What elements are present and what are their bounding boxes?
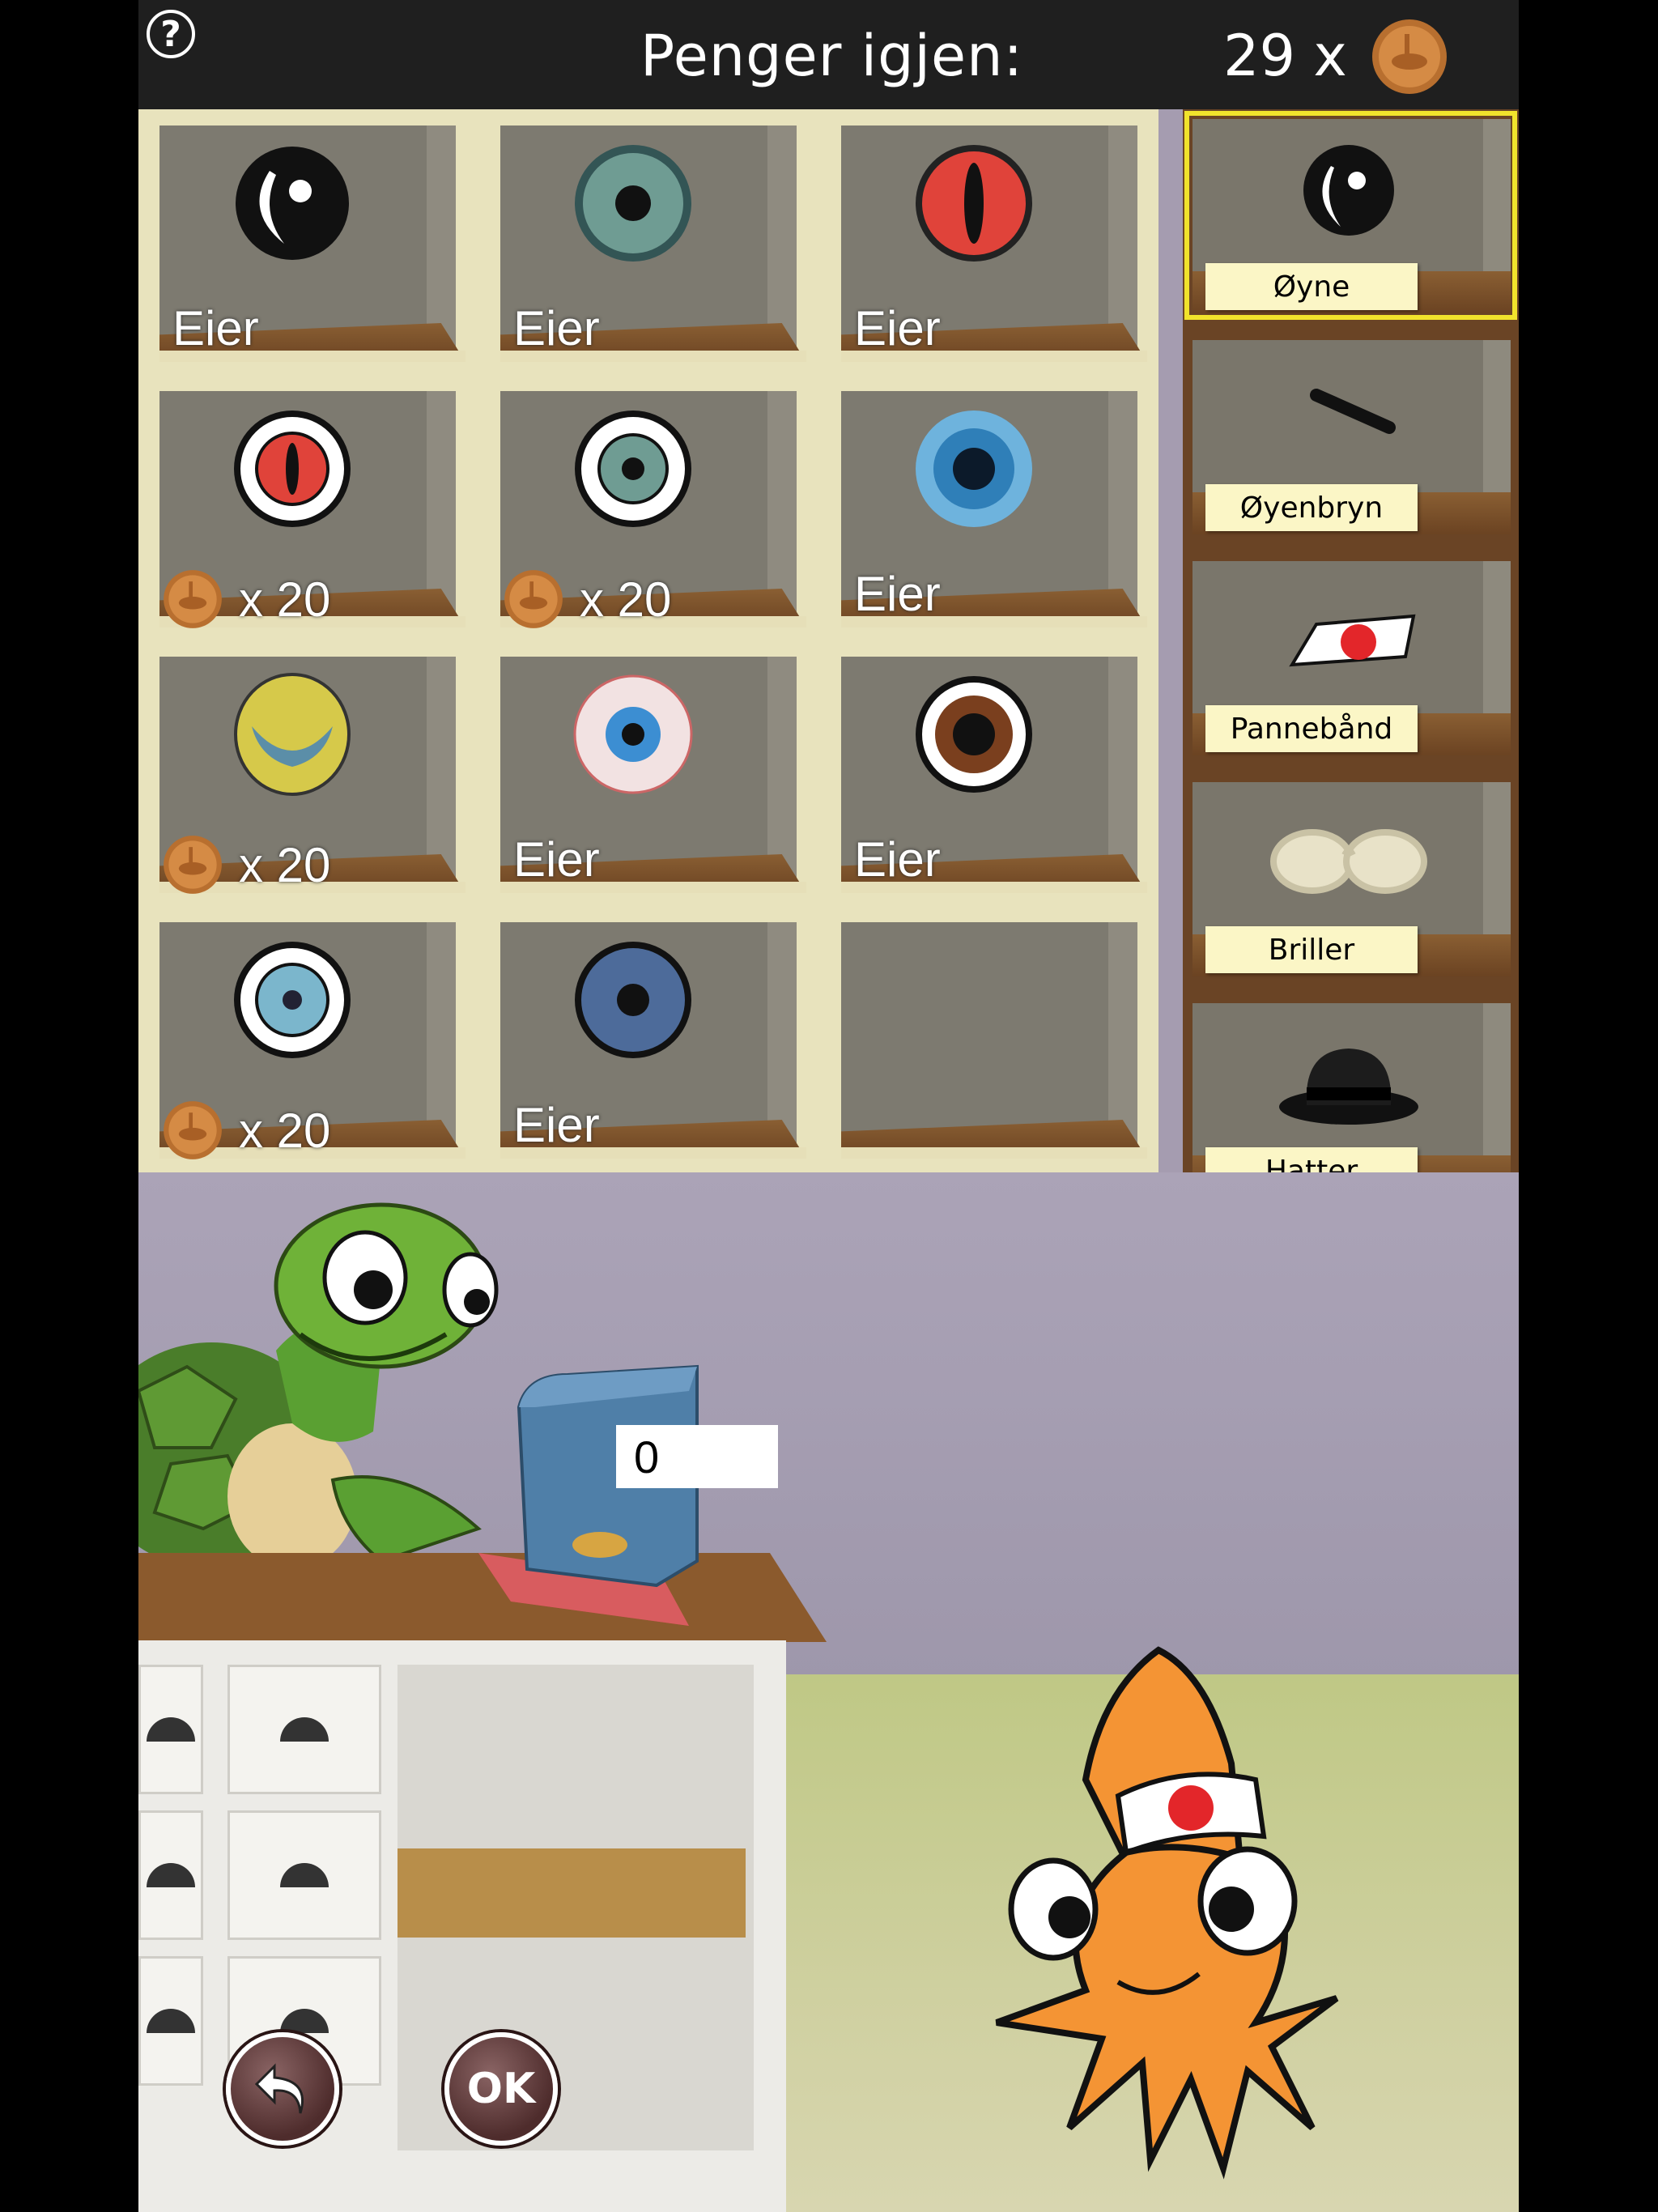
headband-icon — [1268, 568, 1430, 705]
price-amount: x 20 — [580, 572, 672, 627]
glasses-icon — [1268, 789, 1430, 926]
drawer — [138, 1665, 203, 1794]
squid-character — [995, 1646, 1339, 2180]
shop-item-slot[interactable]: x 20 — [487, 380, 811, 635]
eye-icon — [1268, 125, 1430, 263]
turtle-shopkeeper — [138, 1202, 499, 1561]
category-label: Øyne — [1205, 263, 1418, 310]
owned-label: Eier — [854, 301, 941, 355]
shop-item-grid: Eier Eier Eier x 20 x 20 Eier x 20 Eier Eier x 20… — [138, 109, 1158, 1172]
shop-scene: 0 OK — [138, 1172, 1519, 2212]
shop-item-slot[interactable]: x 20 — [147, 645, 470, 900]
shop-item-slot[interactable]: Eier — [828, 380, 1152, 635]
drawer — [227, 1665, 381, 1794]
bloodshot-blue-eye — [568, 670, 698, 799]
category-label: Øyenbryn — [1205, 484, 1418, 531]
category-label: Briller — [1205, 926, 1418, 973]
shop-screen: ? Penger igjen: 29 x Eier Eier Eier x 20 x 2… — [138, 0, 1519, 2212]
price-amount: x 20 — [239, 837, 331, 892]
green-white-ring-eye — [568, 404, 698, 534]
owned-label: Eier — [854, 832, 941, 887]
shop-item-slot[interactable]: Eier — [828, 114, 1152, 369]
price-label: x 20 — [161, 833, 330, 896]
owned-label: Eier — [854, 567, 941, 621]
owned-label: Eier — [513, 832, 600, 887]
price-amount: x 20 — [239, 1103, 331, 1158]
shop-item-slot[interactable]: Eier — [487, 114, 811, 369]
shop-item-slot[interactable]: Eier — [147, 114, 470, 369]
top-bar: ? Penger igjen: 29 x — [138, 0, 1519, 109]
owned-label: Eier — [513, 1098, 600, 1152]
category-glasses[interactable]: Briller — [1183, 772, 1519, 985]
drawer — [227, 1810, 381, 1940]
eyebrow-icon — [1268, 347, 1430, 484]
price-label: x 20 — [161, 1099, 330, 1162]
price-label: x 20 — [502, 568, 671, 631]
money-label: Penger igjen: — [640, 23, 1024, 89]
dark-blue-eye — [568, 935, 698, 1065]
price-amount: x 20 — [239, 572, 331, 627]
back-button[interactable] — [226, 2032, 339, 2146]
ok-button[interactable]: OK — [444, 2032, 558, 2146]
brown-eye — [909, 670, 1039, 799]
black-crescent-eye — [227, 138, 357, 268]
red-cat-white-ring-eye — [227, 404, 357, 534]
cash-register — [478, 1364, 699, 1626]
blue-white-ring-eye — [227, 935, 357, 1065]
category-eyebrows[interactable]: Øyenbryn — [1183, 330, 1519, 542]
green-realistic-eye — [568, 138, 698, 268]
shop-item-slot[interactable]: Eier — [487, 911, 811, 1166]
red-cat-eye — [909, 138, 1039, 268]
price-label: x 20 — [161, 568, 330, 631]
drawer — [138, 1956, 203, 2086]
coin-icon — [504, 570, 563, 628]
blue-realistic-eye — [909, 404, 1039, 534]
shop-item-slot[interactable]: Eier — [487, 645, 811, 900]
coin-icon — [164, 836, 222, 894]
shop-item-slot — [828, 911, 1152, 1166]
coin-icon — [1372, 19, 1447, 94]
undo-arrow-icon — [254, 2063, 304, 2114]
money-count: 29 x — [1223, 23, 1347, 89]
cabinet-shelf — [397, 1848, 746, 1938]
owned-label: Eier — [172, 301, 259, 355]
category-eyes[interactable]: Øyne — [1183, 109, 1519, 321]
yellow-reptile-eye — [227, 670, 357, 799]
owned-label: Eier — [513, 301, 600, 355]
hat-icon — [1268, 1010, 1430, 1147]
shop-item-slot[interactable]: x 20 — [147, 380, 470, 635]
category-label: Pannebånd — [1205, 705, 1418, 752]
coin-icon — [164, 570, 222, 628]
shop-item-slot[interactable]: Eier — [828, 645, 1152, 900]
category-headbands[interactable]: Pannebånd — [1183, 551, 1519, 764]
coin-icon — [164, 1101, 222, 1159]
register-display: 0 — [616, 1425, 778, 1488]
shop-item-slot[interactable]: x 20 — [147, 911, 470, 1166]
drawer — [138, 1810, 203, 1940]
help-button[interactable]: ? — [147, 10, 195, 58]
